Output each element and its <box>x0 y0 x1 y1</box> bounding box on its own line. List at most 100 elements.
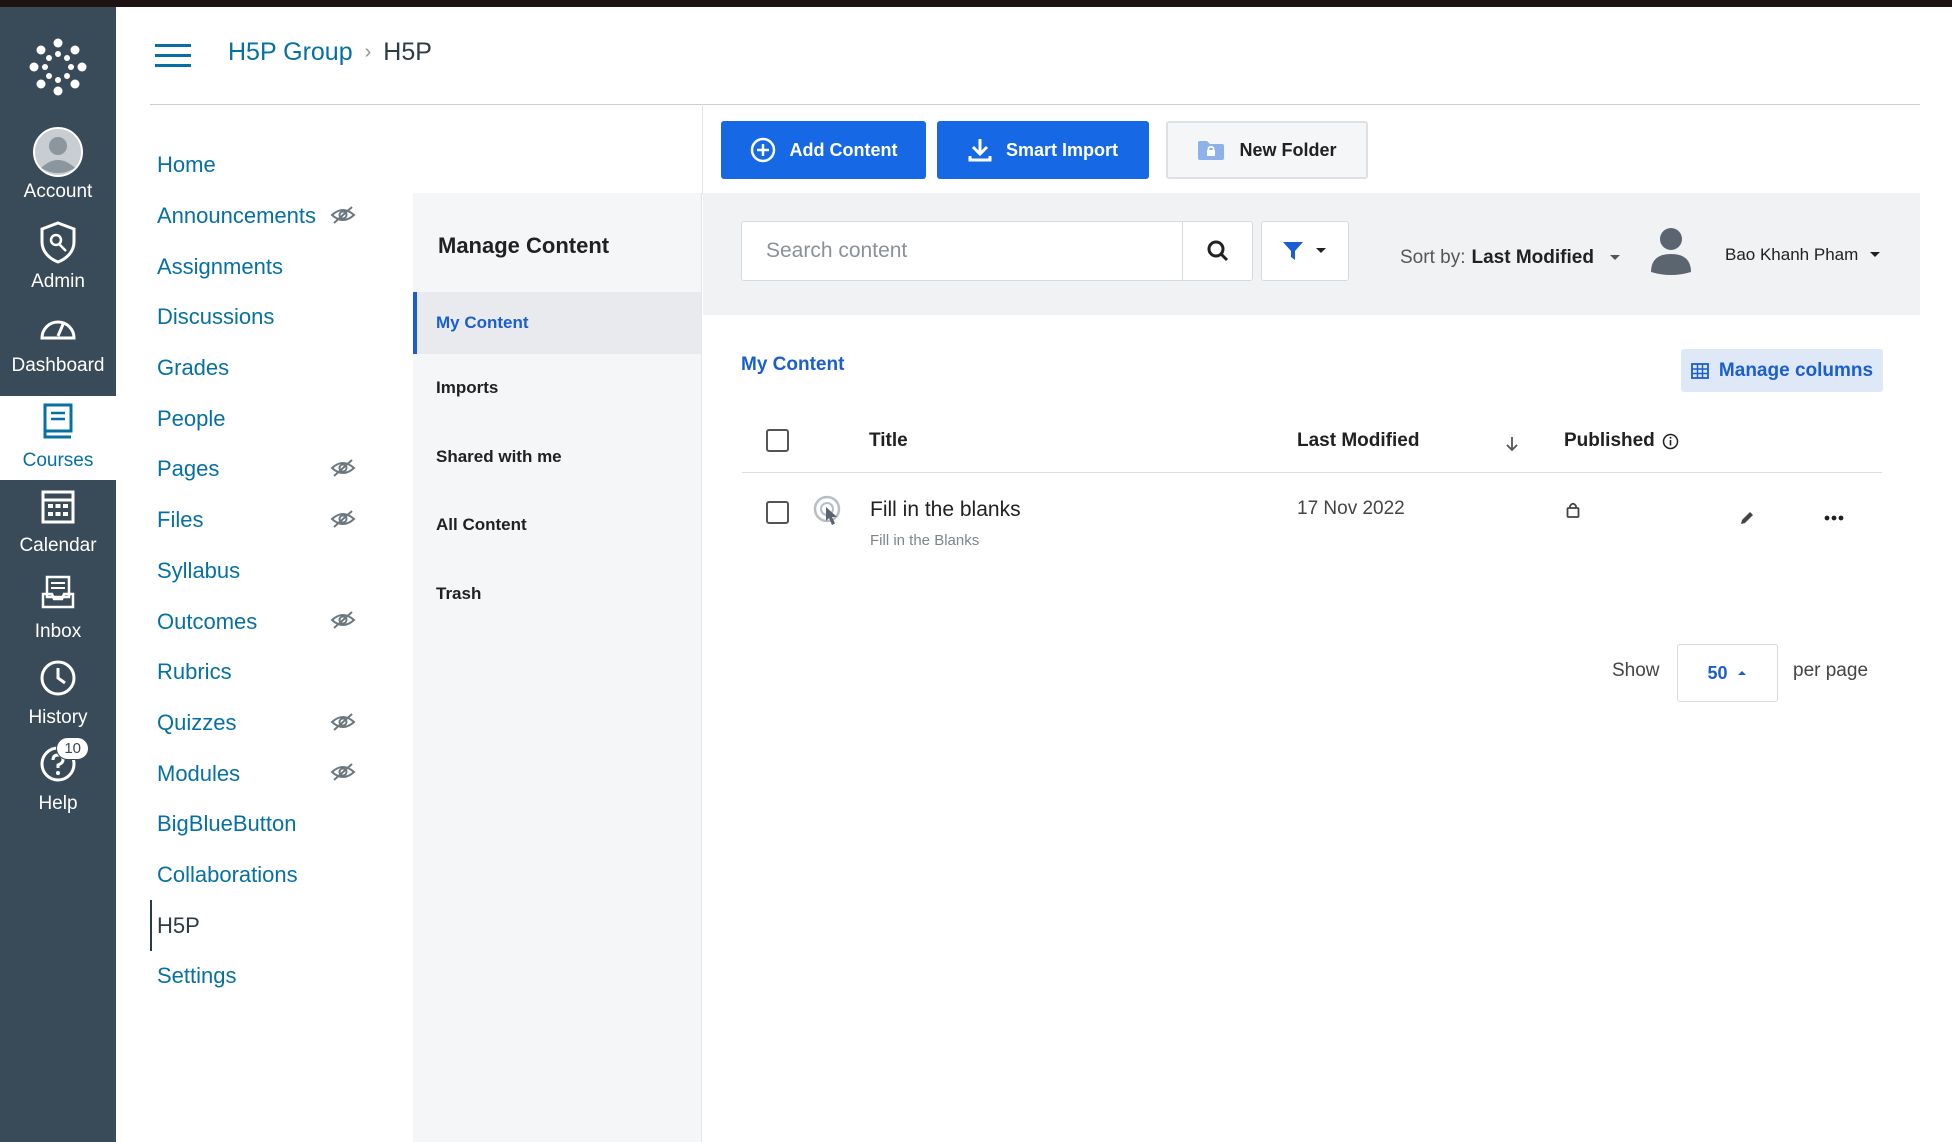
course-nav-rubrics[interactable]: Rubrics <box>150 647 420 698</box>
global-nav-courses[interactable]: Courses <box>0 396 116 480</box>
book-icon <box>31 396 85 446</box>
h5p-menu: My Content Imports Shared with me All Co… <box>413 292 701 628</box>
course-nav-label: People <box>157 405 226 431</box>
search-box <box>741 221 1253 281</box>
course-nav-syllabus[interactable]: Syllabus <box>150 546 420 597</box>
global-nav-label: Account <box>23 181 93 202</box>
row-content-type: Fill in the Blanks <box>870 532 980 549</box>
hidden-eye-icon <box>330 611 356 629</box>
manage-columns-button[interactable]: Manage columns <box>1681 349 1883 392</box>
global-nav-help[interactable]: 10 Help <box>0 737 116 823</box>
hamburger-line <box>155 54 191 57</box>
user-menu[interactable]: Bao Khanh Pham <box>1725 245 1882 265</box>
hidden-eye-icon <box>330 712 356 731</box>
row-title-link[interactable]: Fill in the blanks <box>870 498 1021 522</box>
course-nav-label: Assignments <box>157 253 283 279</box>
h5p-sidebar-title: Manage Content <box>438 233 610 258</box>
user-avatar-icon <box>31 127 85 177</box>
global-nav-history[interactable]: History <box>0 653 116 737</box>
course-nav-home[interactable]: Home <box>150 140 420 191</box>
course-nav: Home Announcements Assignments Discussio… <box>150 140 420 1002</box>
course-nav-pages[interactable]: Pages <box>150 444 420 495</box>
course-nav-quizzes[interactable]: Quizzes <box>150 698 420 749</box>
hidden-eye-icon <box>330 205 356 224</box>
h5p-menu-shared[interactable]: Shared with me <box>413 423 701 492</box>
search-input[interactable] <box>742 222 1182 280</box>
global-nav-inbox[interactable]: Inbox <box>0 567 116 651</box>
course-menu-toggle[interactable] <box>155 44 191 68</box>
user-avatar-icon <box>1651 228 1691 275</box>
row-checkbox[interactable] <box>766 501 789 524</box>
course-nav-announcements[interactable]: Announcements <box>150 191 420 242</box>
sort-dropdown[interactable]: Sort by: Last Modified <box>1400 247 1622 269</box>
edit-pencil-icon[interactable] <box>1739 510 1755 526</box>
course-nav-people[interactable]: People <box>150 393 420 444</box>
course-nav-bigbluebutton[interactable]: BigBlueButton <box>150 799 420 850</box>
new-folder-label: New Folder <box>1239 139 1337 160</box>
h5p-menu-trash[interactable]: Trash <box>413 560 701 629</box>
course-nav-label: Outcomes <box>157 608 258 634</box>
more-options-icon[interactable] <box>1824 515 1844 521</box>
column-title[interactable]: Title <box>869 430 908 452</box>
select-all-checkbox[interactable] <box>766 429 789 452</box>
hidden-eye-icon <box>330 763 356 781</box>
global-nav-label: Inbox <box>34 621 82 642</box>
per-page-select[interactable]: 50 <box>1677 644 1778 702</box>
course-nav-discussions[interactable]: Discussions <box>150 292 420 343</box>
course-nav-label: Settings <box>157 963 237 989</box>
caret-down-icon <box>1316 248 1326 253</box>
add-content-button[interactable]: Add Content <box>721 121 926 179</box>
folder-lock-icon <box>1198 141 1225 160</box>
filter-icon <box>1283 242 1303 260</box>
lock-icon <box>1566 502 1580 518</box>
per-page-value: 50 <box>1707 662 1728 683</box>
course-nav-collaborations[interactable]: Collaborations <box>150 850 420 901</box>
column-published[interactable]: Published <box>1564 430 1679 452</box>
course-nav-label: Announcements <box>157 203 316 229</box>
course-nav-settings[interactable]: Settings <box>150 951 420 1002</box>
h5p-menu-my-content[interactable]: My Content <box>413 292 701 354</box>
course-nav-files[interactable]: Files <box>150 495 420 546</box>
section-title: My Content <box>741 354 845 375</box>
manage-columns-label: Manage columns <box>1718 359 1874 381</box>
hamburger-line <box>155 64 191 67</box>
caret-up-icon <box>1737 671 1746 675</box>
sort-arrow-down-icon[interactable] <box>1505 435 1519 453</box>
table-header-divider <box>742 472 1882 473</box>
new-folder-button[interactable]: New Folder <box>1166 121 1368 179</box>
canvas-logo-icon[interactable] <box>28 37 88 97</box>
filter-button[interactable] <box>1261 221 1349 281</box>
course-nav-label: Grades <box>157 355 230 381</box>
course-nav-outcomes[interactable]: Outcomes <box>150 596 420 647</box>
column-last-modified[interactable]: Last Modified <box>1297 430 1419 452</box>
global-nav-calendar[interactable]: Calendar <box>0 481 116 565</box>
hidden-eye-icon <box>330 510 356 528</box>
course-nav-grades[interactable]: Grades <box>150 343 420 394</box>
chevron-right-icon: › <box>364 41 372 63</box>
course-nav-label: H5P <box>157 912 200 938</box>
smart-import-button[interactable]: Smart Import <box>937 121 1149 179</box>
breadcrumb-group-link[interactable]: H5P Group <box>228 38 353 67</box>
global-nav-label: Admin <box>31 271 85 292</box>
calendar-icon <box>31 481 85 531</box>
help-badge: 10 <box>56 737 89 760</box>
pager-per-page-label: per page <box>1793 660 1869 681</box>
h5p-menu-all-content[interactable]: All Content <box>413 491 701 560</box>
download-icon <box>968 139 992 162</box>
global-nav-account[interactable]: Account <box>0 127 116 211</box>
global-nav-dashboard[interactable]: Dashboard <box>0 301 116 385</box>
global-nav-admin[interactable]: Admin <box>0 217 116 301</box>
info-icon[interactable] <box>1662 433 1679 450</box>
search-icon <box>1207 240 1228 262</box>
course-nav-h5p[interactable]: H5P <box>150 900 420 951</box>
help-icon: 10 <box>31 737 89 789</box>
course-nav-assignments[interactable]: Assignments <box>150 241 420 292</box>
h5p-menu-imports[interactable]: Imports <box>413 354 701 423</box>
global-nav-label: Help <box>38 793 78 814</box>
search-button[interactable] <box>1182 222 1252 280</box>
plus-circle-icon <box>750 137 775 163</box>
global-nav: Account Admin Dashboard Courses Calendar… <box>0 7 116 1142</box>
clock-icon <box>31 653 85 703</box>
speedometer-icon <box>31 301 85 351</box>
course-nav-modules[interactable]: Modules <box>150 748 420 799</box>
